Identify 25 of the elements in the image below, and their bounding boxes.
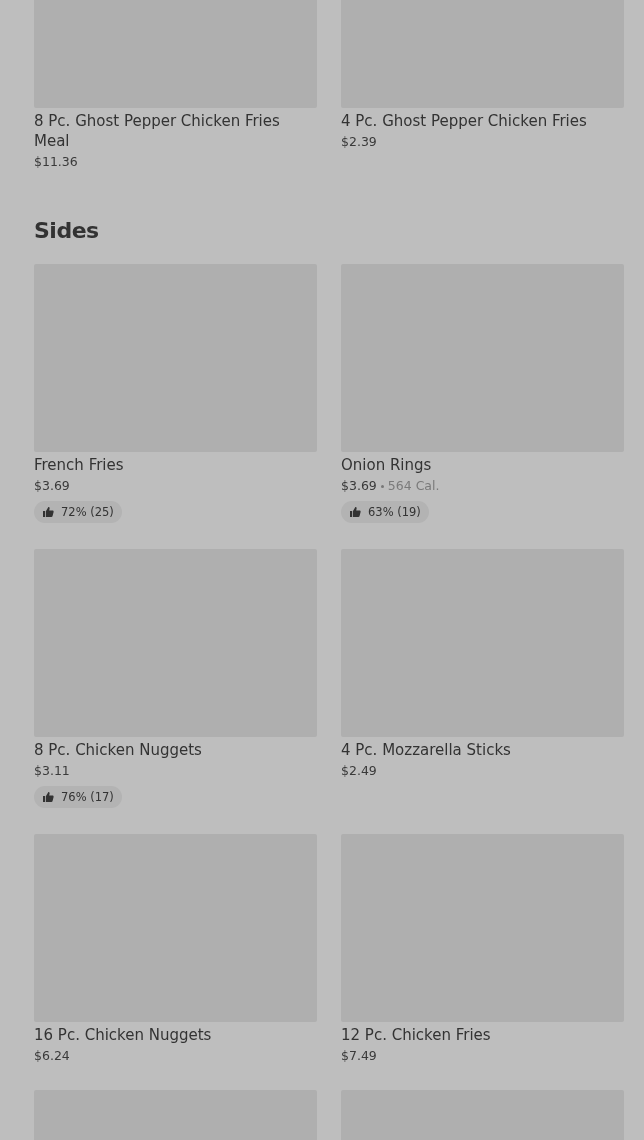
separator-dot xyxy=(380,484,384,488)
item-name[interactable]: 4 Pc. Mozzarella Sticks xyxy=(341,740,624,760)
item-price: $3.69 xyxy=(34,478,70,494)
item-name[interactable]: 8 Pc. Ghost Pepper Chicken Fries Meal xyxy=(34,111,317,151)
rating-badge: 76% (17) xyxy=(34,786,122,808)
thumbs-up-icon xyxy=(349,506,361,518)
thumbs-up-icon xyxy=(42,791,54,803)
item-price: $7.49 xyxy=(341,1048,377,1064)
item-name[interactable]: French Fries xyxy=(34,455,317,475)
item-price: $2.39 xyxy=(341,134,377,150)
item-price: $2.49 xyxy=(341,763,377,779)
item-name[interactable]: Onion Rings xyxy=(341,455,624,475)
item-price: $11.36 xyxy=(34,154,78,170)
thumbs-up-icon xyxy=(42,506,54,518)
item-name[interactable]: 12 Pc. Chicken Fries xyxy=(341,1025,624,1045)
rating-badge: 63% (19) xyxy=(341,501,429,523)
item-price: $3.69 xyxy=(341,478,377,494)
item-name[interactable]: 16 Pc. Chicken Nuggets xyxy=(34,1025,317,1045)
section-heading: Sides xyxy=(34,217,100,245)
item-calories: 564 Cal. xyxy=(387,478,440,494)
item-price: $3.11 xyxy=(34,763,70,779)
item-name[interactable]: 8 Pc. Chicken Nuggets xyxy=(34,740,317,760)
item-price: $6.24 xyxy=(34,1048,70,1064)
rating-badge: 72% (25) xyxy=(34,501,122,523)
item-name[interactable]: 4 Pc. Ghost Pepper Chicken Fries xyxy=(341,111,624,131)
